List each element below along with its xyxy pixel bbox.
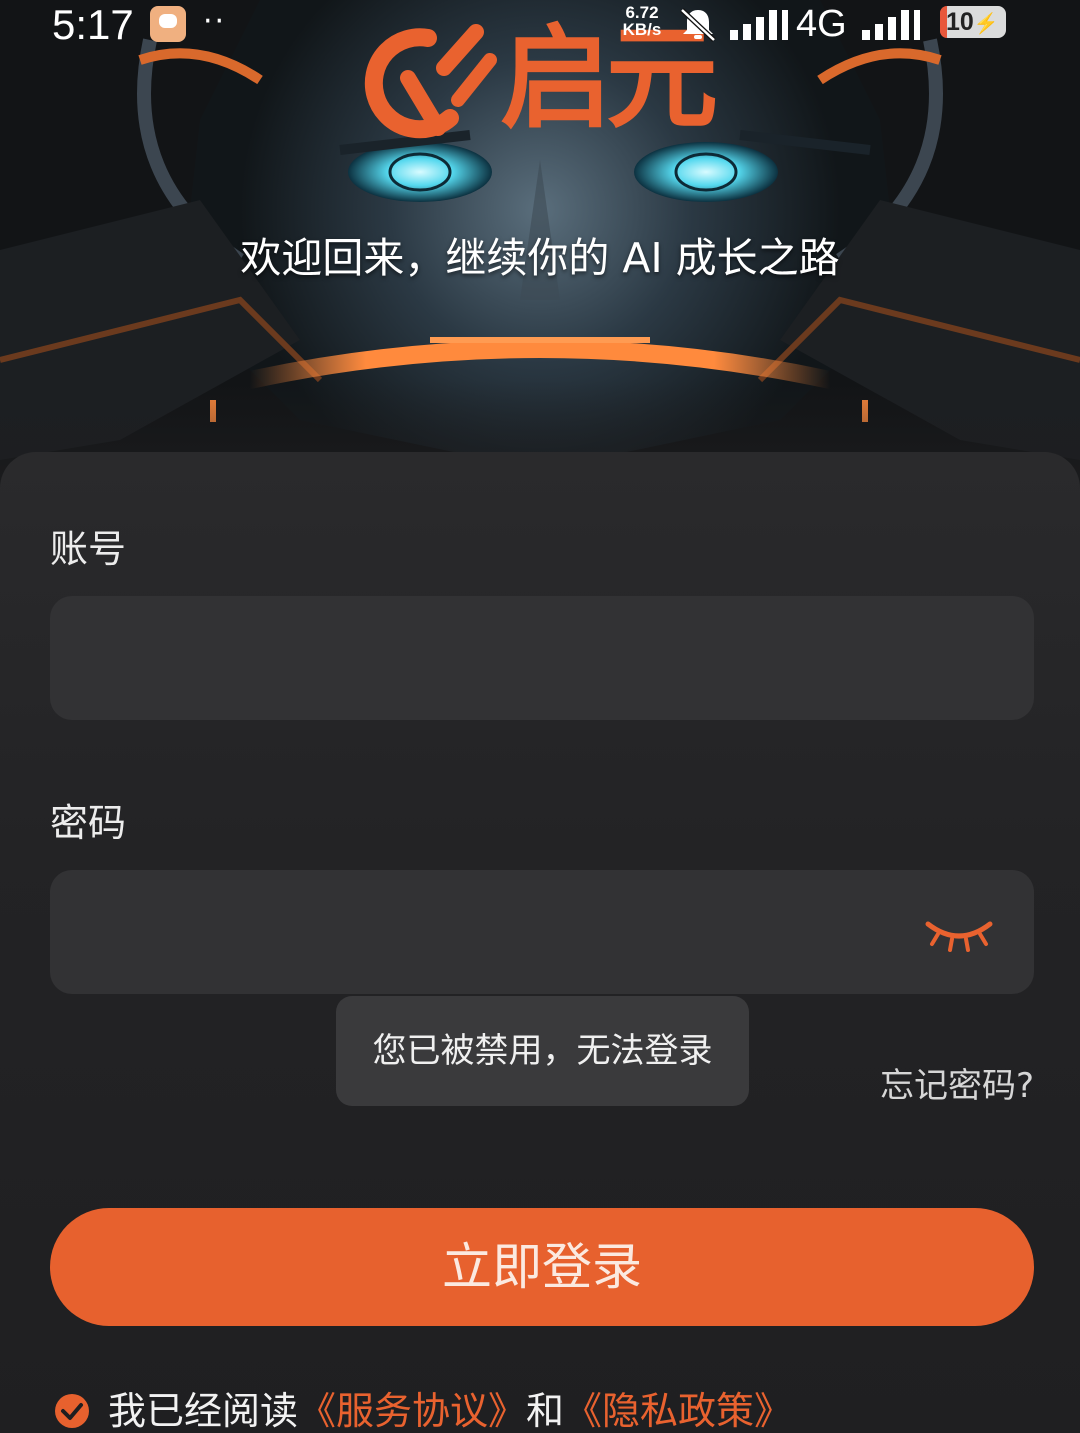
agreement-prefix: 我已经阅读 bbox=[108, 1389, 299, 1433]
login-button[interactable]: 立即登录 bbox=[50, 1208, 1034, 1326]
account-input[interactable] bbox=[50, 596, 1034, 720]
password-label: 密码 bbox=[50, 801, 127, 845]
agreement-row: 我已经阅读《服务协议》和《隐私政策》 bbox=[54, 1388, 792, 1433]
service-agreement-link[interactable]: 《服务协议》 bbox=[298, 1389, 526, 1433]
signal-bars-icon bbox=[730, 10, 788, 40]
signal-bars-icon-2 bbox=[862, 10, 920, 40]
login-screen: 启元 欢迎回来，继续你的 AI 成长之路 5:17 ·· 6.72 KB/s 4… bbox=[0, 0, 1080, 1433]
status-time: 5:17 bbox=[52, 1, 134, 48]
status-bar: 5:17 ·· 6.72 KB/s 4G 10⚡ bbox=[0, 0, 1080, 60]
privacy-policy-link[interactable]: 《隐私政策》 bbox=[564, 1389, 792, 1433]
network-speed-unit: KB/s bbox=[622, 20, 662, 39]
welcome-message: 欢迎回来，继续你的 AI 成长之路 bbox=[240, 234, 840, 282]
password-input[interactable] bbox=[50, 870, 1034, 994]
error-toast: 您已被禁用，无法登录 bbox=[336, 996, 749, 1106]
app-notification-icon bbox=[150, 6, 186, 42]
forgot-password-link[interactable]: 忘记密码? bbox=[880, 1058, 1034, 1107]
network-speed: 6.72 KB/s bbox=[618, 4, 666, 38]
agreement-conjunction: 和 bbox=[526, 1389, 565, 1433]
check-circle-icon[interactable] bbox=[54, 1393, 90, 1429]
battery-percent: 10 bbox=[946, 8, 974, 36]
account-label: 账号 bbox=[50, 527, 127, 571]
account-field[interactable] bbox=[50, 596, 1034, 720]
charging-bolt-icon: ⚡ bbox=[973, 13, 999, 35]
bell-muted-icon bbox=[680, 8, 716, 42]
network-type: 4G bbox=[796, 3, 847, 45]
eye-closed-icon[interactable] bbox=[924, 914, 994, 954]
battery-charging-icon: 10⚡ bbox=[940, 6, 1006, 38]
password-field[interactable] bbox=[50, 870, 1034, 994]
hero-banner: 启元 欢迎回来，继续你的 AI 成长之路 bbox=[0, 0, 1080, 520]
more-notifications-indicator: ·· bbox=[203, 4, 227, 39]
network-speed-value: 6.72 bbox=[625, 3, 659, 22]
